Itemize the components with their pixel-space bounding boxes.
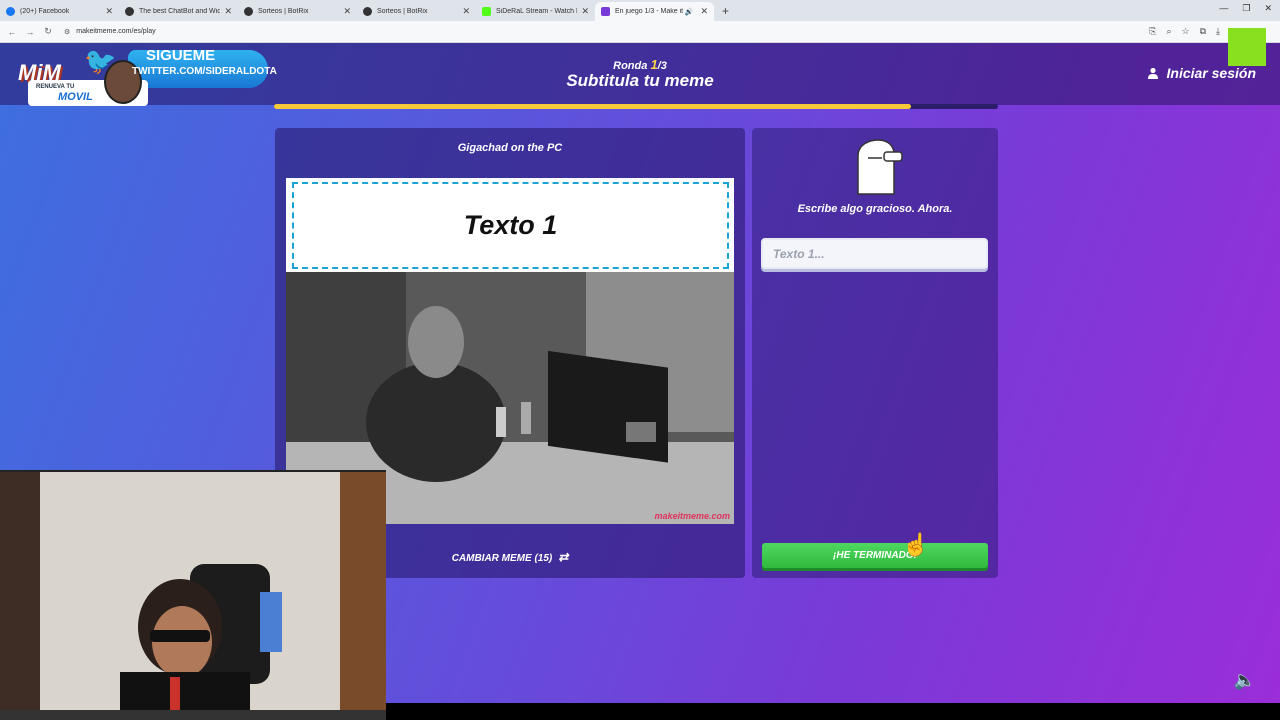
new-tab-icon[interactable]: + (722, 4, 729, 18)
close-tab-icon[interactable]: ✕ (700, 6, 708, 17)
sound-toggle-icon[interactable]: 🔈 (1234, 670, 1256, 691)
webcam-overlay (0, 470, 386, 720)
browser-tools: ⎘ ⌕ ☆ ⧉ ⤓ (1149, 26, 1220, 37)
user-icon (1147, 67, 1158, 79)
download-icon[interactable]: ⤓ (1216, 26, 1220, 37)
facebook-icon (6, 7, 15, 16)
tab-title: (20+) Facebook (20, 8, 70, 15)
login-label: Iniciar sesión (1166, 65, 1256, 81)
tab-title: SiDeRaL Stream - Watch Live o (496, 8, 577, 15)
site-info-icon[interactable]: ⚙ (64, 28, 70, 36)
change-meme-label: CAMBIAR MEME (15) (451, 553, 553, 564)
meme-name: Gigachad on the PC (457, 142, 563, 154)
kick-icon (482, 7, 491, 16)
stream-promo-overlay: 🐦 MiM RENUEVA TU MOVIL SIGUEME TWITTER.C… (18, 46, 277, 106)
browser-tab[interactable]: Sorteos | BotRix ✕ (357, 2, 476, 21)
browser-tab[interactable]: The best ChatBot and Widgets ✕ (119, 2, 238, 21)
tab-title: En juego 1/3 - Make it Me (615, 8, 685, 15)
install-app-icon[interactable]: ⎘ (1149, 26, 1156, 37)
shuffle-icon: ⇄ (558, 550, 569, 564)
browser-tab[interactable]: SiDeRaL Stream - Watch Live o ✕ (476, 2, 595, 21)
tab-title: Sorteos | BotRix (258, 8, 309, 15)
audio-playing-icon[interactable]: 🔊 (685, 8, 694, 16)
close-tab-icon[interactable]: ✕ (462, 6, 470, 17)
minimize-icon[interactable]: — (1219, 3, 1228, 14)
screen-bottom-bar (386, 703, 1280, 720)
restore-icon[interactable]: ❐ (1242, 3, 1250, 14)
browser-tabbar: (20+) Facebook ✕ The best ChatBot and Wi… (0, 0, 1280, 21)
round-current: 1 (650, 57, 658, 72)
address-bar: ← → ↻ ⚙ makeitmeme.com/es/play ⎘ ⌕ ☆ ⧉ ⤓ (0, 21, 1280, 43)
composer-prompt: Escribe algo gracioso. Ahora. (797, 203, 953, 215)
extensions-icon[interactable]: ⧉ (1200, 26, 1206, 37)
github-icon (363, 7, 372, 16)
close-tab-icon[interactable]: ✕ (343, 6, 351, 17)
sigueme-label: SIGUEME (146, 47, 216, 64)
browser-tab[interactable]: (20+) Facebook ✕ (0, 2, 119, 21)
close-window-icon[interactable]: ✕ (1264, 3, 1272, 14)
browser-tab[interactable]: Sorteos | BotRix ✕ (238, 2, 357, 21)
round-progress-bar (274, 104, 998, 109)
mouse-cursor-icon: ☝ (902, 532, 930, 557)
done-button[interactable]: ¡HE TERMINADO! (762, 543, 988, 568)
caption-text: Texto 1 (463, 210, 558, 240)
reload-icon[interactable]: ↻ (42, 26, 54, 37)
back-icon[interactable]: ← (6, 27, 18, 37)
makeitmeme-icon (601, 7, 610, 16)
github-icon (125, 7, 134, 16)
forward-icon[interactable]: → (24, 27, 36, 37)
stream-overlay-block (1228, 28, 1266, 66)
close-tab-icon[interactable]: ✕ (581, 6, 589, 17)
login-button[interactable]: Iniciar sesión (1147, 65, 1256, 81)
bookmark-star-icon[interactable]: ☆ (1182, 26, 1190, 37)
meme-watermark: makeitmeme.com (654, 511, 730, 521)
zoom-icon[interactable]: ⌕ (1166, 26, 1171, 37)
caption-input[interactable] (761, 238, 988, 269)
window-controls: — ❐ ✕ (1219, 3, 1272, 14)
close-tab-icon[interactable]: ✕ (224, 6, 232, 17)
caption-composer-panel: Escribe algo gracioso. Ahora. ¡HE TERMIN… (752, 128, 998, 578)
renueva-label: RENUEVA TU (36, 84, 75, 90)
round-progress-fill (274, 104, 912, 109)
twitter-handle: TWITTER.COM/SIDERALDOTA (132, 66, 277, 77)
browser-tab-active[interactable]: En juego 1/3 - Make it Me 🔊 ✕ (595, 2, 714, 21)
mascot-icon (857, 139, 903, 195)
caption-box[interactable]: Texto 1 (292, 182, 729, 269)
webcam-feed (0, 472, 386, 720)
github-icon (244, 7, 253, 16)
close-tab-icon[interactable]: ✕ (105, 6, 113, 17)
tab-title: The best ChatBot and Widgets (139, 8, 221, 15)
url-field[interactable]: makeitmeme.com/es/play (76, 28, 155, 35)
movil-label: MOVIL (58, 91, 93, 103)
tab-title: Sorteos | BotRix (377, 8, 428, 15)
